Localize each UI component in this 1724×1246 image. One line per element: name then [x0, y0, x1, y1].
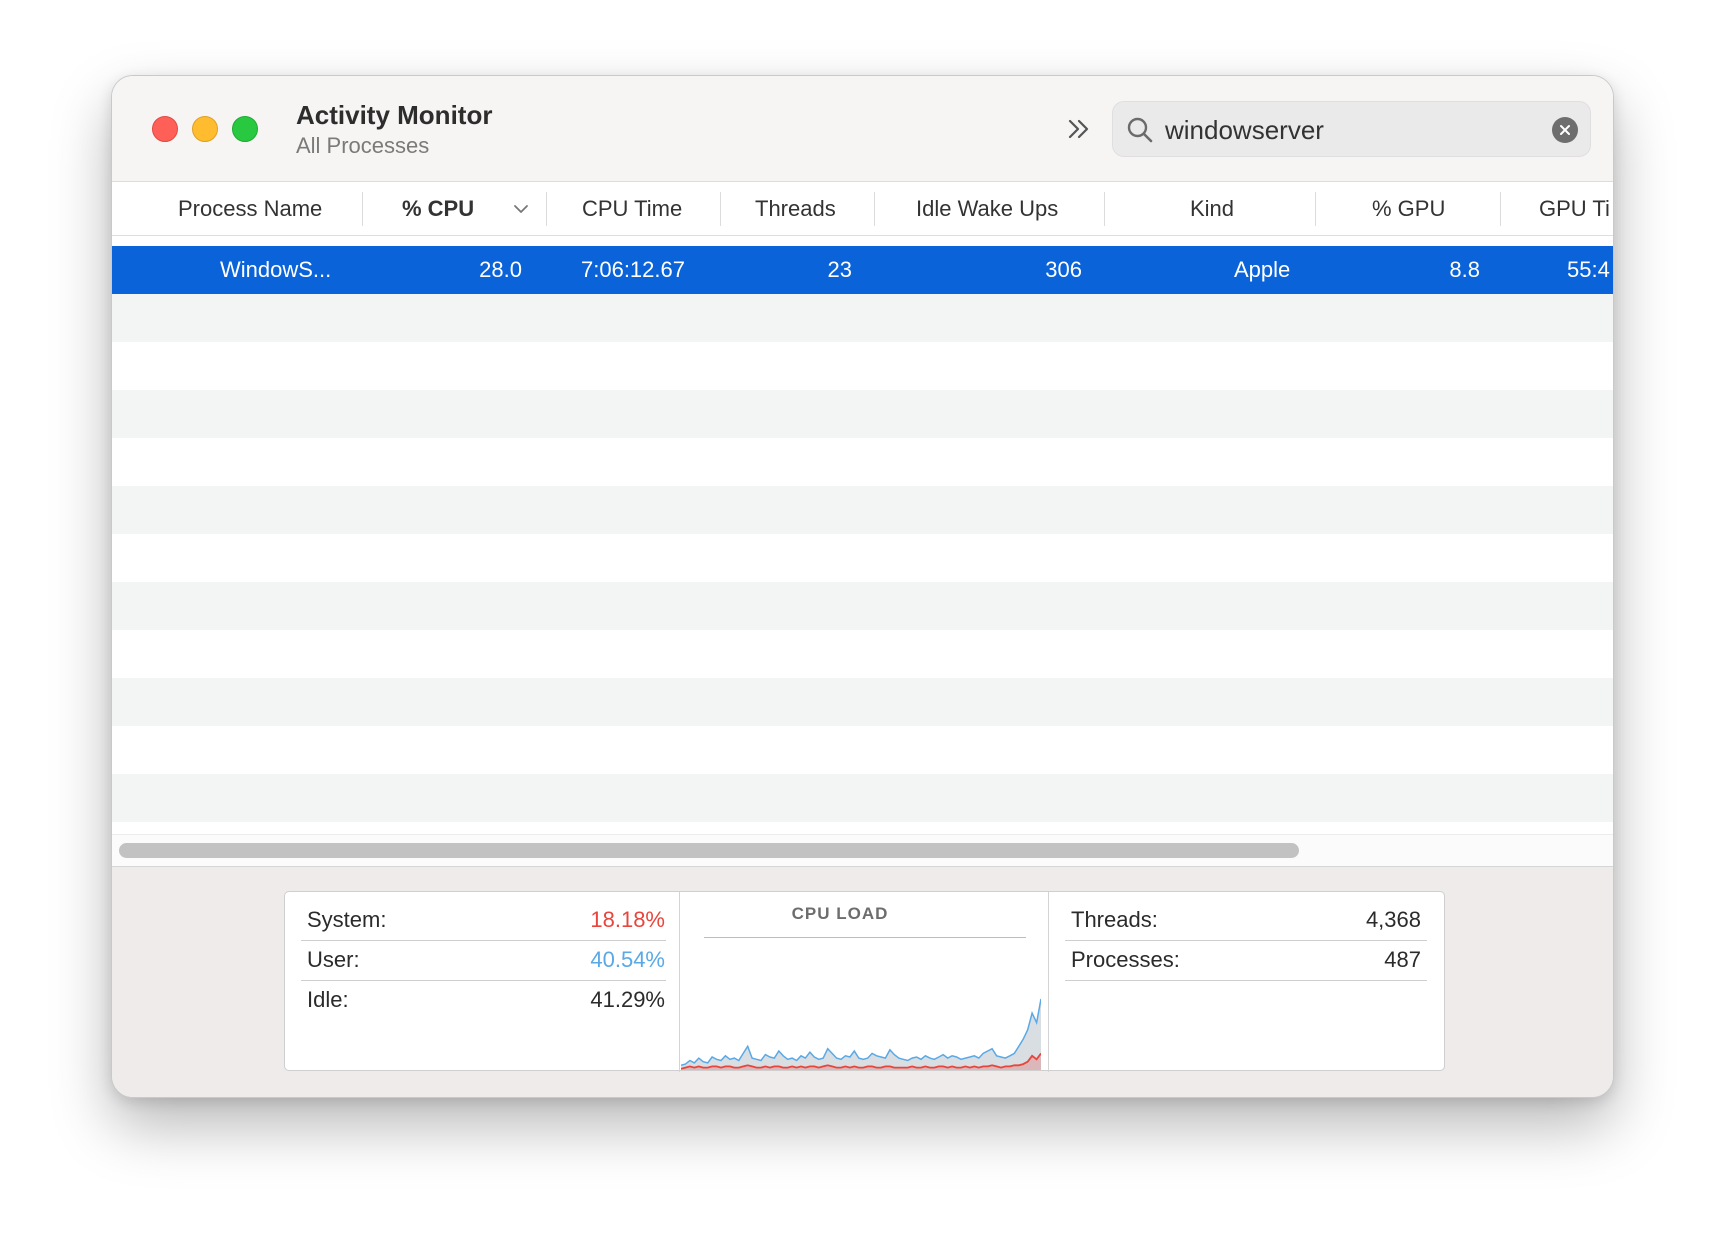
threads-value: 4,368 [1365, 907, 1421, 932]
gpu-time-cell: 55:4 [1567, 257, 1610, 282]
empty-row [112, 294, 1613, 342]
user-value: 40.54% [590, 947, 665, 972]
divider [1065, 980, 1427, 981]
cpu-cell: 28.0 [479, 257, 522, 282]
column-separator[interactable] [362, 192, 363, 226]
processes-label: Processes: [1071, 947, 1180, 972]
divider [704, 937, 1026, 938]
cpu-summary-area: System: 18.18% User: 40.54% Idle: 41.29%… [112, 866, 1613, 1097]
column-separator[interactable] [1315, 192, 1316, 226]
gpu-cell: 8.8 [1449, 257, 1480, 282]
search-field[interactable] [1112, 101, 1591, 157]
scrollbar-thumb[interactable] [119, 843, 1299, 858]
titlebar: Activity Monitor All Processes [112, 76, 1613, 182]
idle-label: Idle: [307, 987, 349, 1012]
column-separator[interactable] [1104, 192, 1105, 226]
system-stat: System: 18.18% [307, 900, 665, 940]
close-window-button[interactable] [152, 116, 178, 142]
empty-row [112, 630, 1613, 678]
toolbar-overflow-button[interactable] [1062, 112, 1096, 146]
column-header-gpu-time[interactable]: GPU Ti [1539, 182, 1610, 236]
process-table: WindowS... 28.0 7:06:12.67 23 306 Apple … [112, 246, 1613, 834]
chevrons-right-icon [1068, 119, 1089, 139]
app-title: Activity Monitor [296, 100, 493, 130]
empty-row [112, 534, 1613, 582]
search-input[interactable] [1165, 110, 1515, 150]
cpu-load-graph [681, 998, 1041, 1070]
empty-row [112, 342, 1613, 390]
column-separator[interactable] [720, 192, 721, 226]
empty-row [112, 582, 1613, 630]
processes-stat: Processes: 487 [1071, 940, 1421, 980]
user-stat: User: 40.54% [307, 940, 665, 980]
sort-descending-icon [514, 205, 528, 213]
threads-cell: 23 [827, 257, 852, 282]
kind-cell: Apple [1234, 257, 1291, 282]
app-subtitle[interactable]: All Processes [296, 133, 429, 159]
column-header-cpu[interactable]: % CPU [402, 182, 474, 236]
process-name-cell: WindowS... [220, 257, 332, 282]
column-header-cpu-time[interactable]: CPU Time [582, 182, 682, 236]
column-header-kind[interactable]: Kind [1190, 182, 1234, 236]
panel-divider [1048, 892, 1049, 1072]
user-label: User: [307, 947, 360, 972]
empty-row [112, 726, 1613, 774]
clear-icon [1560, 125, 1570, 135]
column-header-process-name[interactable]: Process Name [178, 182, 322, 236]
threads-label: Threads: [1071, 907, 1158, 932]
idle-stat: Idle: 41.29% [307, 980, 665, 1020]
minimize-window-button[interactable] [192, 116, 218, 142]
threads-stat: Threads: 4,368 [1071, 900, 1421, 940]
idle-value: 41.29% [590, 987, 665, 1012]
system-label: System: [307, 907, 387, 932]
column-separator[interactable] [874, 192, 875, 226]
cpu-summary-panel: System: 18.18% User: 40.54% Idle: 41.29%… [284, 891, 1445, 1072]
idle-wake-ups-cell: 306 [1045, 257, 1082, 282]
column-separator[interactable] [1500, 192, 1501, 226]
cpu-load-title: CPU LOAD [791, 904, 889, 923]
activity-monitor-window: Activity Monitor All Processes Process [111, 75, 1614, 1098]
search-icon [1127, 117, 1153, 143]
table-header: Process Name % CPU CPU Time Threads Idle… [112, 182, 1613, 236]
horizontal-scrollbar[interactable] [112, 834, 1613, 866]
empty-row [112, 678, 1613, 726]
empty-row [112, 390, 1613, 438]
table-row[interactable]: WindowS... 28.0 7:06:12.67 23 306 Apple … [112, 246, 1613, 294]
column-header-idle-wake-ups[interactable]: Idle Wake Ups [916, 182, 1058, 236]
empty-row [112, 486, 1613, 534]
processes-value: 487 [1384, 947, 1421, 972]
empty-row [112, 438, 1613, 486]
cpu-time-cell: 7:06:12.67 [581, 257, 685, 282]
empty-row [112, 774, 1613, 822]
clear-search-button[interactable] [1552, 117, 1578, 143]
zoom-window-button[interactable] [232, 116, 258, 142]
column-header-gpu[interactable]: % GPU [1372, 182, 1445, 236]
system-value: 18.18% [590, 907, 665, 932]
column-header-threads[interactable]: Threads [755, 182, 836, 236]
column-separator[interactable] [546, 192, 547, 226]
